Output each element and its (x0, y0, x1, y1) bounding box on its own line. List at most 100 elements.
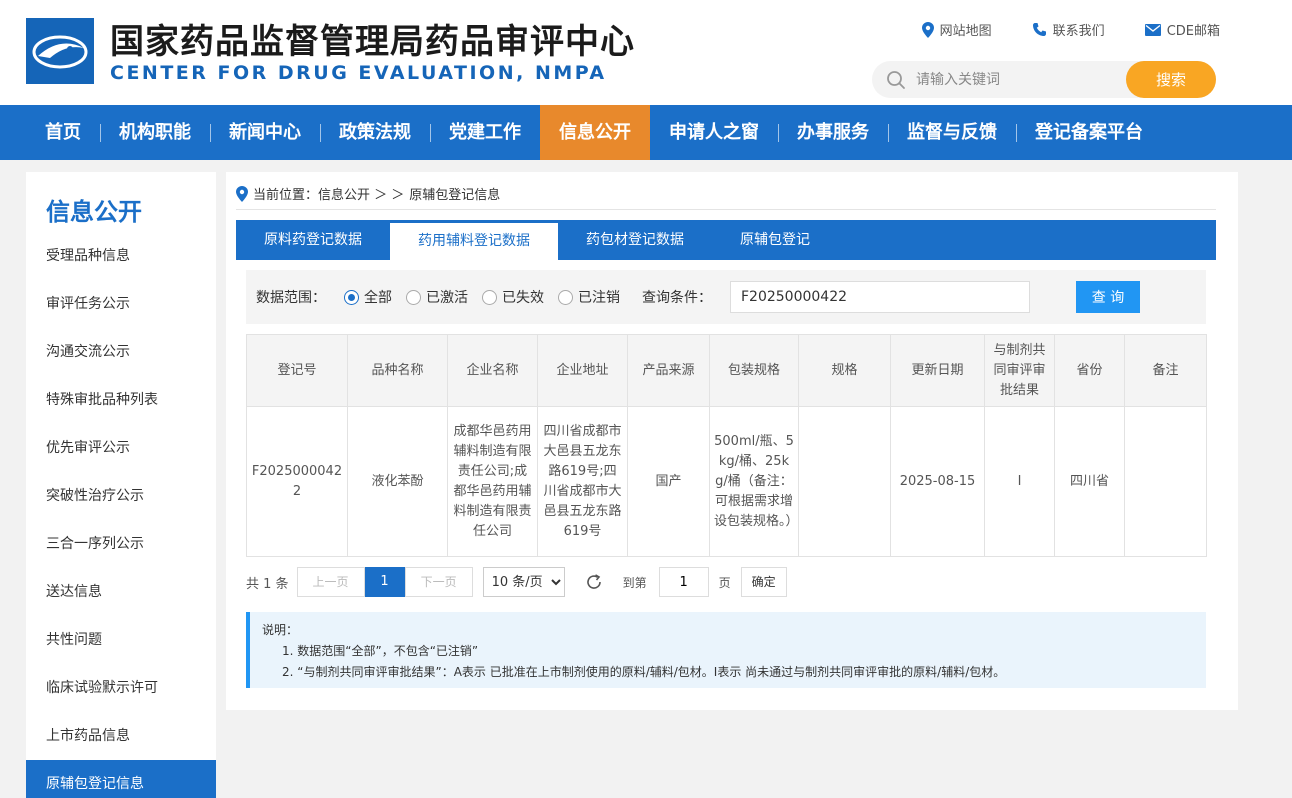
radio-cancelled[interactable]: 已注销 (558, 287, 620, 307)
cell-package-spec-text: 500ml/瓶、5kg/桶、25kg/桶（备注：可根据需求增设包装规格。） (714, 433, 794, 529)
site-map-link[interactable]: 网站地图 (921, 20, 992, 39)
site-map-label: 网站地图 (939, 24, 992, 39)
cell-reg-no[interactable]: F20250000422 (246, 406, 348, 557)
main-nav: 首页 机构职能 新闻中心 政策法规 党建工作 信息公开 申请人之窗 办事服务 监… (0, 105, 1292, 160)
sidebar-item-marketed-drugs[interactable]: 上市药品信息 (26, 712, 216, 760)
nav-item-news[interactable]: 新闻中心 (210, 105, 320, 160)
location-pin-icon (921, 21, 934, 38)
sidebar-item-three-in-one[interactable]: 三合一序列公示 (26, 520, 216, 568)
sidebar-item-api-registration[interactable]: 原辅包登记信息 (26, 760, 216, 798)
cell-company-name: 成都华邑药用辅料制造有限责任公司;成都华邑药用辅料制造有限责任公司 (447, 406, 538, 557)
sidebar-item-breakthrough[interactable]: 突破性治疗公示 (26, 472, 216, 520)
current-page[interactable]: 1 (364, 567, 405, 597)
col-spec: 规格 (798, 334, 891, 407)
sidebar-item-review-tasks[interactable]: 审评任务公示 (26, 280, 216, 328)
radio-all[interactable]: 全部 (344, 287, 392, 307)
search-button[interactable]: 搜索 (1126, 61, 1216, 98)
sidebar-item-common-issues[interactable]: 共性问题 (26, 616, 216, 664)
cell-remarks (1124, 406, 1207, 557)
cell-package-spec: 500ml/瓶、5kg/桶、25kg/桶（备注：可根据需求增设包装规格。） (709, 406, 799, 557)
contact-link[interactable]: 联系我们 (1032, 20, 1105, 39)
refresh-icon[interactable] (585, 573, 603, 591)
nav-item-services[interactable]: 办事服务 (778, 105, 888, 160)
top-links: 网站地图 联系我们 CDE邮箱 (921, 20, 1220, 39)
sidebar-item-special-approval[interactable]: 特殊审批品种列表 (26, 376, 216, 424)
radio-expired[interactable]: 已失效 (482, 287, 544, 307)
breadcrumb-prefix[interactable]: 当前位置：信息公开 ＞ ＞ (253, 184, 404, 203)
sidebar-list: 受理品种信息 审评任务公示 沟通交流公示 特殊审批品种列表 优先审评公示 突破性… (26, 232, 216, 798)
scope-label: 数据范围： (256, 290, 326, 306)
sidebar-item-priority-review[interactable]: 优先审评公示 (26, 424, 216, 472)
search-input[interactable] (916, 69, 1116, 91)
tab-bar: 原料药登记数据 药用辅料登记数据 药包材登记数据 原辅包登记 (236, 220, 1216, 260)
sidebar: 信息公开 受理品种信息 审评任务公示 沟通交流公示 特殊审批品种列表 优先审评公… (26, 172, 216, 798)
cell-company-address-text: 四川省成都市大邑县五龙东路619号;四川省成都市大邑县五龙东路619号 (543, 423, 622, 539)
goto-label: 到第 (622, 575, 647, 590)
goto-confirm-button[interactable]: 确定 (740, 567, 787, 597)
location-pin-icon (236, 185, 248, 202)
nav-item-registration[interactable]: 登记备案平台 (1016, 105, 1162, 160)
phone-icon (1032, 23, 1046, 36)
query-label: 查询条件： (642, 290, 712, 306)
search-icon (887, 71, 905, 89)
site-subtitle: CENTER FOR DRUG EVALUATION, NMPA (110, 62, 607, 84)
site-header: 国家药品监督管理局药品审评中心 CENTER FOR DRUG EVALUATI… (0, 0, 1292, 105)
sidebar-title: 信息公开 (46, 198, 142, 226)
page-size-select[interactable]: 10 条/页 (482, 567, 565, 597)
cell-joint-review: I (984, 406, 1055, 557)
breadcrumb: 当前位置：信息公开 ＞ ＞ 原辅包登记信息 (236, 184, 500, 203)
query-button[interactable]: 查 询 (1076, 281, 1140, 313)
sidebar-item-clinical-trial[interactable]: 临床试验默示许可 (26, 664, 216, 712)
goto-page-input[interactable] (658, 567, 709, 597)
page-unit-label: 页 (718, 575, 731, 590)
notes-title: 说明： (262, 623, 299, 637)
site-title: 国家药品监督管理局药品审评中心 (110, 22, 635, 62)
total-count: 共 1 条 (246, 576, 289, 592)
contact-label: 联系我们 (1052, 24, 1105, 39)
tab-packaging-data[interactable]: 药包材登记数据 (558, 220, 712, 260)
cde-mail-link[interactable]: CDE邮箱 (1144, 20, 1220, 39)
radio-dot[interactable] (558, 289, 573, 305)
nav-item-applicant[interactable]: 申请人之窗 (650, 105, 778, 160)
filter-bar: 数据范围： 全部 已激活 已失效 已注销 查询条件： 查 询 (246, 270, 1206, 324)
nav-item-feedback[interactable]: 监督与反馈 (888, 105, 1016, 160)
radio-dot[interactable] (482, 289, 497, 305)
notes-box: 说明： 1. 数据范围“全部”，不包含“已注销” 2. “与制剂共同审评审批结果… (246, 612, 1206, 688)
next-page-button[interactable]: 下一页 (404, 567, 473, 597)
cell-update-date: 2025-08-15 (890, 406, 985, 557)
sidebar-item-accepted[interactable]: 受理品种信息 (26, 232, 216, 280)
col-joint-review: 与制剂共同审评审批结果 (984, 334, 1055, 407)
results-table: 登记号 品种名称 企业名称 企业地址 产品来源 包装规格 规格 更新日期 与制剂… (246, 334, 1207, 557)
col-product-name: 品种名称 (347, 334, 448, 407)
col-company-address: 企业地址 (537, 334, 628, 407)
radio-expired-label: 已失效 (502, 290, 544, 306)
nav-item-home[interactable]: 首页 (26, 105, 100, 160)
col-reg-no: 登记号 (246, 334, 348, 407)
cde-mail-label: CDE邮箱 (1166, 24, 1220, 39)
tab-excipient-data[interactable]: 药用辅料登记数据 (390, 223, 558, 260)
prev-page-button[interactable]: 上一页 (296, 567, 365, 597)
note-line-2: 2. “与制剂共同审评审批结果”：A表示 已批准在上市制剂使用的原料/辅料/包材… (282, 665, 1006, 679)
nav-item-party[interactable]: 党建工作 (430, 105, 540, 160)
nav-item-functions[interactable]: 机构职能 (100, 105, 210, 160)
tab-api-data[interactable]: 原料药登记数据 (236, 220, 390, 260)
table-row: F20250000422 液化苯酚 成都华邑药用辅料制造有限责任公司;成都华邑药… (246, 406, 1207, 557)
cell-product-name: 液化苯酚 (347, 406, 448, 557)
radio-all-label: 全部 (364, 290, 392, 306)
query-input[interactable] (730, 281, 1030, 313)
pagination: 共 1 条 上一页 1 下一页 10 条/页 到第 页 确定 (246, 567, 787, 597)
radio-dot[interactable] (406, 289, 421, 305)
search-box: 搜索 (872, 61, 1216, 98)
radio-active[interactable]: 已激活 (406, 287, 468, 307)
mail-icon (1144, 23, 1161, 36)
nav-item-info-disclosure[interactable]: 信息公开 (540, 105, 650, 160)
cde-logo[interactable] (26, 18, 94, 84)
sidebar-item-delivery[interactable]: 送达信息 (26, 568, 216, 616)
col-province: 省份 (1054, 334, 1125, 407)
breadcrumb-current: 原辅包登记信息 (409, 188, 501, 203)
sidebar-item-communication[interactable]: 沟通交流公示 (26, 328, 216, 376)
cell-company-address: 四川省成都市大邑县五龙东路619号;四川省成都市大邑县五龙东路619号 (537, 406, 628, 557)
radio-dot-checked[interactable] (344, 289, 359, 305)
tab-registration[interactable]: 原辅包登记 (712, 220, 838, 260)
nav-item-policy[interactable]: 政策法规 (320, 105, 430, 160)
